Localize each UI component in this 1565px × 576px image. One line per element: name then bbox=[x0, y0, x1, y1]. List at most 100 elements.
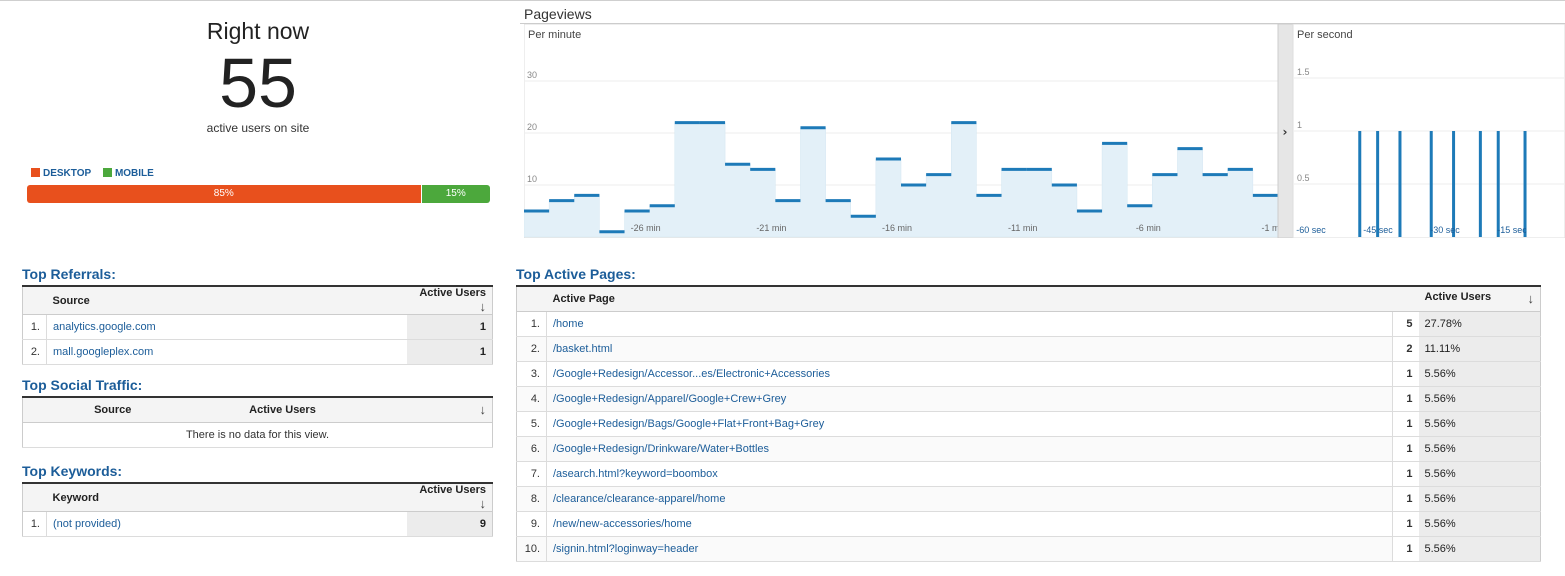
pageviews-chart: Per minute 30 20 10 -26 min -21 min -16 min -… bbox=[524, 24, 1565, 238]
row-percentage: 27.78% bbox=[1418, 311, 1541, 337]
row-active-users: 1 bbox=[406, 339, 493, 365]
column-active-users[interactable]: Active Users↓ bbox=[406, 285, 493, 315]
x-tick-label: -15 sec bbox=[1497, 225, 1527, 235]
row-percentage: 5.56% bbox=[1418, 536, 1541, 562]
page-link[interactable]: /signin.html?loginway=header bbox=[553, 543, 698, 555]
row-page: /new/new-accessories/home bbox=[546, 511, 1393, 537]
row-active-users: 1 bbox=[406, 314, 493, 340]
page-link[interactable]: /asearch.html?keyword=boombox bbox=[553, 468, 718, 480]
page-link[interactable]: /basket.html bbox=[553, 343, 612, 355]
row-source: analytics.google.com bbox=[46, 314, 407, 340]
top-social-table: Source Active Users ↓ There is no data f… bbox=[22, 396, 493, 448]
table-row: 1. (not provided) 9 bbox=[22, 511, 493, 537]
mobile-share-segment[interactable]: 15% bbox=[420, 185, 490, 203]
arrow-down-icon[interactable]: ↓ bbox=[480, 402, 487, 417]
table-row: 10. /signin.html?loginway=header 1 5.56% bbox=[516, 536, 1541, 562]
row-active-users: 1 bbox=[1392, 536, 1419, 562]
x-tick-label: -16 min bbox=[882, 223, 912, 233]
keywords-rows: 1. (not provided) 9 bbox=[22, 511, 493, 537]
row-source: mall.googleplex.com bbox=[46, 339, 407, 365]
second-bar[interactable] bbox=[1496, 131, 1500, 237]
page-link[interactable]: /Google+Redesign/Apparel/Google+Crew+Gre… bbox=[553, 393, 786, 405]
per-minute-label: Per minute bbox=[528, 29, 581, 41]
row-index: 9. bbox=[516, 511, 547, 537]
legend-mobile-label: MOBILE bbox=[114, 168, 154, 179]
row-page: /home bbox=[546, 311, 1393, 337]
x-tick-label: -11 min bbox=[1008, 223, 1037, 233]
row-percentage: 5.56% bbox=[1418, 361, 1541, 387]
table-row: 3. /Google+Redesign/Accessor...es/Electro… bbox=[516, 361, 1541, 387]
mobile-swatch bbox=[102, 168, 112, 177]
row-page: /Google+Redesign/Accessor...es/Electroni… bbox=[546, 361, 1393, 387]
x-tick-label: -6 min bbox=[1136, 223, 1161, 233]
row-active-users: 5 bbox=[1392, 311, 1419, 337]
arrow-down-icon[interactable]: ↓ bbox=[1528, 291, 1535, 306]
row-source: (not provided) bbox=[46, 511, 407, 537]
row-index: 10. bbox=[516, 536, 547, 562]
row-index: 6. bbox=[516, 436, 547, 462]
no-data-message: There is no data for this view. bbox=[22, 422, 493, 448]
top-pages-title: Top Active Pages: bbox=[516, 266, 636, 282]
right-now-title: Right now bbox=[206, 18, 310, 44]
column-source[interactable]: Source bbox=[22, 396, 203, 423]
second-bar[interactable] bbox=[1523, 131, 1527, 237]
row-active-users: 9 bbox=[406, 511, 493, 537]
desktop-share-segment[interactable]: 85% bbox=[27, 185, 421, 203]
source-link[interactable]: analytics.google.com bbox=[53, 321, 156, 333]
second-bar[interactable] bbox=[1398, 131, 1402, 237]
row-page: /clearance/clearance-apparel/home bbox=[546, 486, 1393, 512]
second-bar[interactable] bbox=[1429, 131, 1433, 237]
y-tick-label: 10 bbox=[527, 174, 537, 184]
second-bar[interactable] bbox=[1358, 131, 1362, 237]
row-page: /Google+Redesign/Apparel/Google+Crew+Gre… bbox=[546, 386, 1393, 412]
table-header: Source Active Users ↓ bbox=[22, 396, 493, 423]
page-link[interactable]: /Google+Redesign/Drinkware/Water+Bottles bbox=[553, 443, 769, 455]
row-index: 8. bbox=[516, 486, 547, 512]
active-user-count: 55 bbox=[219, 44, 297, 122]
source-link[interactable]: (not provided) bbox=[53, 518, 121, 530]
row-index: 4. bbox=[516, 386, 547, 412]
table-header: Active Page Active Users ↓ bbox=[516, 285, 1541, 312]
row-page: /Google+Redesign/Bags/Google+Flat+Front+… bbox=[546, 411, 1393, 437]
column-active-users[interactable]: Active Users↓ bbox=[406, 482, 493, 512]
legend-desktop-label: DESKTOP bbox=[43, 168, 92, 179]
row-percentage: 5.56% bbox=[1418, 436, 1541, 462]
row-active-users: 1 bbox=[1392, 361, 1419, 387]
table-row: 6. /Google+Redesign/Drinkware/Water+Bottl… bbox=[516, 436, 1541, 462]
row-active-users: 1 bbox=[1392, 511, 1419, 537]
arrow-down-icon[interactable]: ↓ bbox=[480, 496, 487, 511]
column-keyword[interactable]: Keyword bbox=[46, 482, 407, 512]
source-link[interactable]: mall.googleplex.com bbox=[53, 346, 153, 358]
table-row: 7. /asearch.html?keyword=boombox 1 5.56% bbox=[516, 461, 1541, 487]
second-bar[interactable] bbox=[1452, 131, 1456, 237]
legend-mobile: MOBILE bbox=[102, 168, 154, 179]
x-tick-label: -26 min bbox=[631, 223, 661, 233]
chevron-right-icon[interactable]: › bbox=[1283, 125, 1288, 139]
row-percentage: 11.11% bbox=[1418, 336, 1541, 362]
second-bar[interactable] bbox=[1376, 131, 1380, 237]
row-active-users: 1 bbox=[1392, 386, 1419, 412]
page-link[interactable]: /Google+Redesign/Accessor...es/Electroni… bbox=[553, 368, 830, 380]
table-row: 8. /clearance/clearance-apparel/home 1 5.56… bbox=[516, 486, 1541, 512]
top-social-title: Top Social Traffic: bbox=[22, 377, 143, 393]
column-source[interactable]: Source bbox=[46, 285, 407, 315]
page-link[interactable]: /clearance/clearance-apparel/home bbox=[553, 493, 725, 505]
arrow-down-icon[interactable]: ↓ bbox=[480, 299, 487, 314]
top-keywords-table: Keyword Active Users↓ 1. (not provided) 9 bbox=[22, 482, 493, 537]
page-link[interactable]: /new/new-accessories/home bbox=[553, 518, 692, 530]
second-bar[interactable] bbox=[1478, 131, 1482, 237]
page-link[interactable]: /home bbox=[553, 318, 584, 330]
per-second-label: Per second bbox=[1297, 29, 1353, 41]
row-index: 2. bbox=[22, 339, 47, 365]
row-percentage: 5.56% bbox=[1418, 511, 1541, 537]
row-index: 7. bbox=[516, 461, 547, 487]
row-page: /asearch.html?keyword=boombox bbox=[546, 461, 1393, 487]
page-link[interactable]: /Google+Redesign/Bags/Google+Flat+Front+… bbox=[553, 418, 824, 430]
row-percentage: 5.56% bbox=[1418, 386, 1541, 412]
table-header: Keyword Active Users↓ bbox=[22, 482, 493, 512]
y-tick-label: 20 bbox=[527, 122, 537, 132]
column-active-page[interactable]: Active Page bbox=[546, 285, 1393, 312]
column-active-users[interactable]: Active Users bbox=[202, 396, 363, 423]
column-active-users[interactable]: Active Users↓ bbox=[1418, 285, 1541, 312]
x-tick-label: -21 min bbox=[756, 223, 786, 233]
